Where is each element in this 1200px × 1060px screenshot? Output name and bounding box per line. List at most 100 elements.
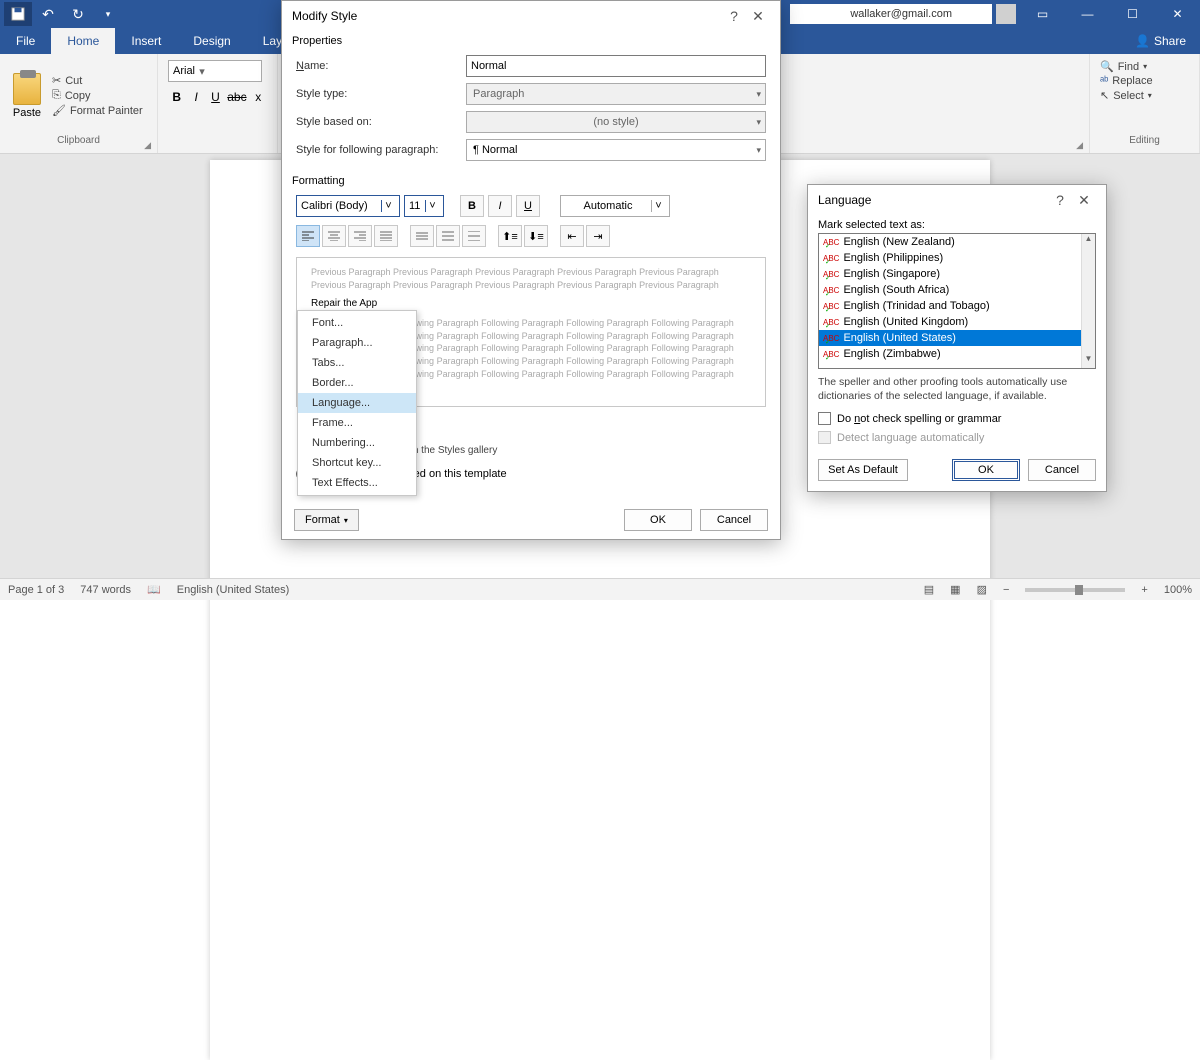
find-button[interactable]: 🔍Find▾ [1100, 60, 1189, 73]
tab-insert[interactable]: Insert [115, 28, 177, 54]
tab-file[interactable]: File [0, 28, 51, 54]
maximize-button[interactable]: ☐ [1110, 0, 1155, 28]
close-button[interactable]: ✕ [746, 8, 770, 25]
cut-button[interactable]: ✂Cut [52, 74, 143, 87]
space-before-inc-button[interactable]: ⬆≡ [498, 225, 522, 247]
proofing-icon[interactable]: 📖 [147, 583, 161, 596]
account-avatar[interactable] [996, 4, 1016, 24]
minimize-button[interactable]: — [1065, 0, 1110, 28]
italic-button[interactable]: I [488, 195, 512, 217]
spacing-15-button[interactable] [436, 225, 460, 247]
name-input[interactable]: Normal [466, 55, 766, 77]
clipboard-launcher[interactable]: ◢ [144, 140, 151, 151]
align-right-button[interactable] [348, 225, 372, 247]
align-left-button[interactable] [296, 225, 320, 247]
dialog-titlebar[interactable]: Language ? ✕ [808, 185, 1106, 215]
format-menu-language[interactable]: Language... [298, 393, 416, 413]
tab-design[interactable]: Design [177, 28, 246, 54]
font-name-combo[interactable]: Arial▾ [168, 60, 262, 82]
scroll-down-icon[interactable]: ▼ [1082, 354, 1095, 368]
cut-label: Cut [65, 75, 82, 87]
print-layout-button[interactable]: ▦ [950, 583, 960, 596]
select-button[interactable]: ↖Select▾ [1100, 89, 1189, 102]
ok-button[interactable]: OK [624, 509, 692, 531]
tab-home[interactable]: Home [51, 28, 115, 54]
format-menu-tabs[interactable]: Tabs... [298, 353, 416, 373]
ok-button[interactable]: OK [952, 459, 1020, 481]
cancel-button[interactable]: Cancel [700, 509, 768, 531]
zoom-out-button[interactable]: − [1003, 584, 1009, 596]
dialog-titlebar[interactable]: Modify Style ? ✕ [282, 1, 780, 31]
language-item[interactable]: ABCEnglish (Trinidad and Tobago) [819, 298, 1081, 314]
format-menu-paragraph[interactable]: Paragraph... [298, 333, 416, 353]
undo-button[interactable]: ↶ [34, 2, 62, 26]
read-mode-button[interactable]: ▤ [924, 583, 934, 596]
spacing-2-button[interactable] [462, 225, 486, 247]
language-item[interactable]: ABCEnglish (Singapore) [819, 266, 1081, 282]
scroll-up-icon[interactable]: ▲ [1082, 234, 1095, 248]
cancel-button[interactable]: Cancel [1028, 459, 1096, 481]
italic-button[interactable]: I [187, 86, 204, 108]
language-item[interactable]: ABCEnglish (South Africa) [819, 282, 1081, 298]
web-layout-button[interactable]: ▨ [977, 583, 987, 596]
format-menu-shortcut[interactable]: Shortcut key... [298, 453, 416, 473]
page-count[interactable]: Page 1 of 3 [8, 584, 64, 596]
styles-launcher[interactable]: ◢ [1076, 140, 1083, 151]
language-item[interactable]: ABCEnglish (Zimbabwe) [819, 346, 1081, 362]
underline-button[interactable]: U [516, 195, 540, 217]
brush-icon: 🖌 [52, 104, 66, 117]
checkbox[interactable] [818, 412, 831, 425]
format-menu-font[interactable]: Font... [298, 313, 416, 333]
close-button[interactable]: ✕ [1072, 192, 1096, 209]
bold-button[interactable]: B [168, 86, 185, 108]
no-check-checkbox-row[interactable]: Do not check spelling or grammar [808, 409, 1106, 428]
copy-button[interactable]: ⎘Copy [52, 89, 143, 102]
align-justify-button[interactable] [374, 225, 398, 247]
ribbon-options-button[interactable]: ▭ [1020, 0, 1065, 28]
language-item[interactable]: ABCEnglish (United Kingdom) [819, 314, 1081, 330]
underline-button[interactable]: U [207, 86, 224, 108]
zoom-level[interactable]: 100% [1164, 584, 1192, 596]
more-font-button[interactable]: x [250, 86, 267, 108]
help-button[interactable]: ? [1048, 192, 1072, 208]
close-button[interactable]: ✕ [1155, 0, 1200, 28]
format-menu-text-effects[interactable]: Text Effects... [298, 473, 416, 493]
language-item[interactable]: ABCEnglish (Philippines) [819, 250, 1081, 266]
language-status[interactable]: English (United States) [177, 584, 290, 596]
language-item[interactable]: ABCEnglish (New Zealand) [819, 234, 1081, 250]
spellcheck-icon: ABC [823, 286, 839, 295]
qat-customize[interactable]: ▾ [94, 2, 122, 26]
bold-button[interactable]: B [460, 195, 484, 217]
format-dropdown-button[interactable]: Format ▾ [294, 509, 359, 531]
paste-button[interactable]: Paste [6, 56, 48, 135]
font-name-combo[interactable]: Calibri (Body)˅ [296, 195, 400, 217]
scrollbar[interactable]: ▲ ▼ [1081, 234, 1095, 368]
redo-button[interactable]: ↻ [64, 2, 92, 26]
spacing-1-button[interactable] [410, 225, 434, 247]
strike-button[interactable]: abc [226, 86, 247, 108]
format-painter-button[interactable]: 🖌Format Painter [52, 104, 143, 117]
align-center-button[interactable] [322, 225, 346, 247]
language-list[interactable]: ABCEnglish (New Zealand)ABCEnglish (Phil… [818, 233, 1096, 369]
save-button[interactable] [4, 2, 32, 26]
zoom-in-button[interactable]: + [1141, 584, 1147, 596]
word-count[interactable]: 747 words [80, 584, 131, 596]
help-button[interactable]: ? [722, 8, 746, 24]
language-item[interactable]: ABCEnglish (United States) [819, 330, 1081, 346]
account-email[interactable]: wallaker@gmail.com [790, 4, 992, 24]
style-following-select[interactable]: ¶ Normal▾ [466, 139, 766, 161]
font-color-combo[interactable]: Automatic˅ [560, 195, 670, 217]
font-size-combo[interactable]: 11˅ [404, 195, 444, 217]
format-menu-numbering[interactable]: Numbering... [298, 433, 416, 453]
format-menu-frame[interactable]: Frame... [298, 413, 416, 433]
style-following-value: ¶ Normal [473, 144, 517, 156]
increase-indent-button[interactable]: ⇥ [586, 225, 610, 247]
share-button[interactable]: 👤 Share [1121, 28, 1200, 54]
set-default-button[interactable]: Set As Default [818, 459, 908, 481]
format-menu-border[interactable]: Border... [298, 373, 416, 393]
space-before-dec-button[interactable]: ⬇≡ [524, 225, 548, 247]
spellcheck-icon: ABC [823, 302, 839, 311]
zoom-slider[interactable] [1025, 588, 1125, 592]
decrease-indent-button[interactable]: ⇤ [560, 225, 584, 247]
replace-button[interactable]: ᵃᵇReplace [1100, 75, 1189, 87]
